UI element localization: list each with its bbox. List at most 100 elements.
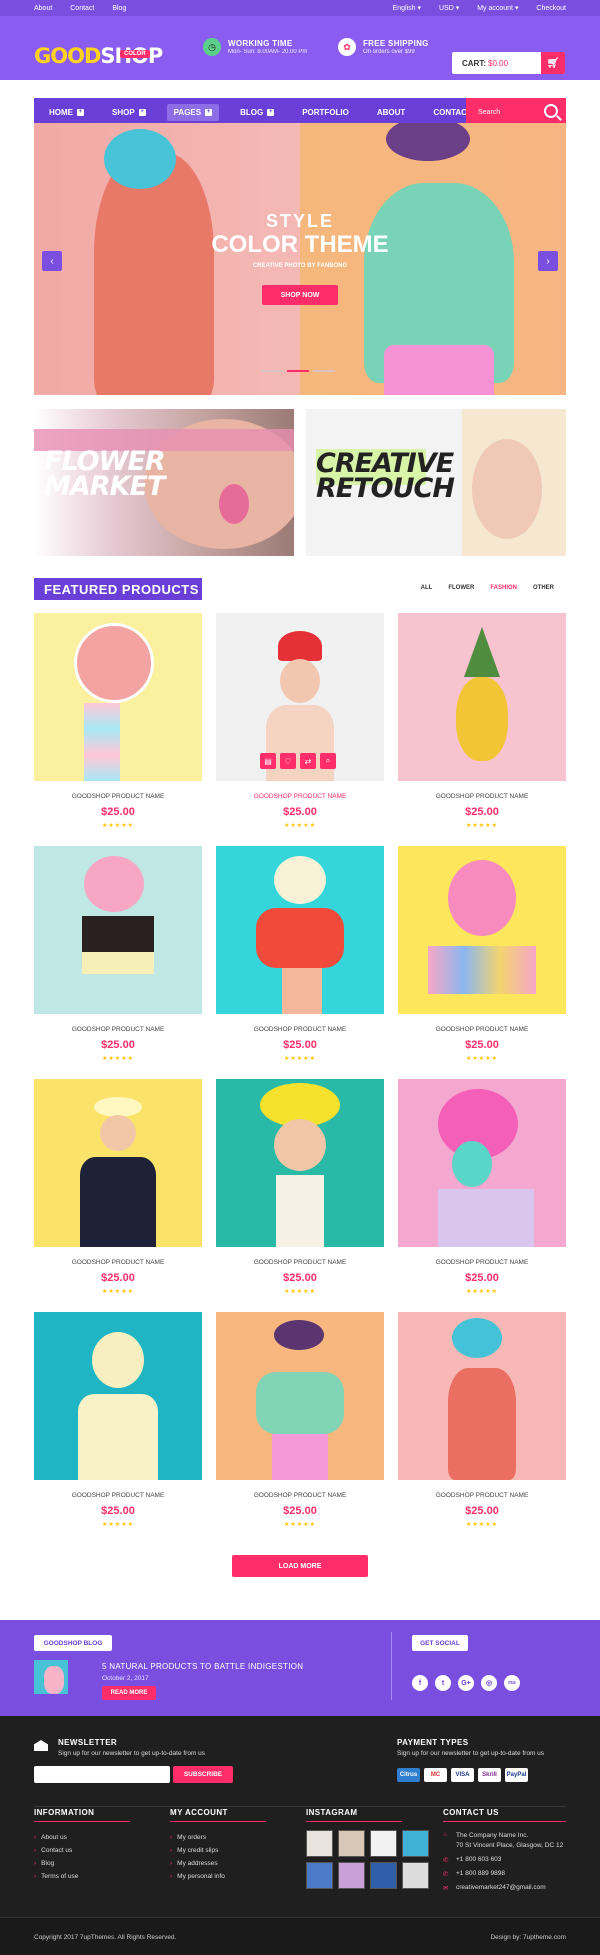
- product-image[interactable]: [398, 613, 566, 781]
- instagram-photo[interactable]: [338, 1830, 365, 1857]
- rss-icon[interactable]: rss: [504, 1675, 520, 1691]
- product-image[interactable]: [34, 846, 202, 1014]
- footer-link-terms[interactable]: Terms of use: [34, 1873, 78, 1880]
- search-input[interactable]: Search: [478, 109, 500, 116]
- product-image[interactable]: [216, 1312, 384, 1480]
- cart-icon[interactable]: 🛒︎: [541, 52, 565, 74]
- product-name[interactable]: GOODSHOP PRODUCT NAME: [34, 1259, 202, 1266]
- slider-next-arrow-icon[interactable]: ›: [538, 251, 558, 271]
- filter-other[interactable]: OTHER: [533, 585, 554, 591]
- product-card[interactable]: GOODSHOP PRODUCT NAME $25.00 ★★★★★: [216, 846, 384, 1076]
- filter-flower[interactable]: FLOWER: [448, 585, 474, 591]
- footer-link-about[interactable]: About us: [34, 1834, 67, 1841]
- footer-link-orders[interactable]: My orders: [170, 1834, 206, 1841]
- facebook-icon[interactable]: f: [412, 1675, 428, 1691]
- product-name[interactable]: GOODSHOP PRODUCT NAME: [216, 1492, 384, 1499]
- blog-thumbnail[interactable]: [34, 1660, 68, 1694]
- instagram-photo[interactable]: [306, 1830, 333, 1857]
- product-image[interactable]: [398, 1312, 566, 1480]
- twitter-icon[interactable]: t: [435, 1675, 451, 1691]
- currency-select[interactable]: USD ▾: [439, 5, 459, 12]
- footer-link-contact[interactable]: Contact us: [34, 1847, 72, 1854]
- product-name[interactable]: GOODSHOP PRODUCT NAME: [216, 793, 384, 800]
- product-name[interactable]: GOODSHOP PRODUCT NAME: [398, 793, 566, 800]
- filter-all[interactable]: ALL: [421, 585, 433, 591]
- product-name[interactable]: GOODSHOP PRODUCT NAME: [34, 1026, 202, 1033]
- product-image[interactable]: [216, 1079, 384, 1247]
- instagram-photo[interactable]: [402, 1830, 429, 1857]
- product-card[interactable]: GOODSHOP PRODUCT NAME $25.00 ★★★★★: [398, 846, 566, 1076]
- product-card[interactable]: GOODSHOP PRODUCT NAME $25.00 ★★★★★: [398, 613, 566, 843]
- slider-dot[interactable]: [313, 370, 335, 372]
- filter-fashion[interactable]: FASHION: [490, 585, 517, 591]
- product-card[interactable]: GOODSHOP PRODUCT NAME $25.00 ★★★★★: [398, 1079, 566, 1309]
- product-name[interactable]: GOODSHOP PRODUCT NAME: [216, 1259, 384, 1266]
- account-menu[interactable]: My account ▾: [477, 5, 518, 12]
- instagram-photo[interactable]: [370, 1862, 397, 1889]
- footer-link-blog[interactable]: Blog: [34, 1860, 54, 1867]
- product-image[interactable]: [34, 613, 202, 781]
- instagram-photo[interactable]: [338, 1862, 365, 1889]
- top-link-blog[interactable]: Blog: [112, 5, 126, 12]
- slider-dot-active[interactable]: [287, 370, 309, 372]
- nav-portfolio[interactable]: PORTFOLIO: [295, 104, 356, 121]
- nav-blog[interactable]: BLOG +: [233, 104, 281, 121]
- shop-now-button[interactable]: SHOP NOW: [262, 285, 338, 305]
- blog-post-title[interactable]: 5 NATURAL PRODUCTS TO BATTLE INDIGESTION: [102, 1662, 303, 1671]
- top-link-about[interactable]: About: [34, 5, 52, 12]
- product-card[interactable]: GOODSHOP PRODUCT NAME $25.00 ★★★★★: [34, 846, 202, 1076]
- nav-home[interactable]: HOME +: [42, 104, 91, 121]
- newsletter-email-input[interactable]: [34, 1766, 170, 1783]
- product-card[interactable]: GOODSHOP PRODUCT NAME $25.00 ★★★★★: [34, 1079, 202, 1309]
- contact-email[interactable]: creativemarket247@gmail.com: [456, 1884, 546, 1891]
- cart-button[interactable]: CART: $0.00 🛒︎: [452, 52, 565, 74]
- product-name[interactable]: GOODSHOP PRODUCT NAME: [34, 1492, 202, 1499]
- slider-dot[interactable]: [261, 370, 283, 372]
- product-card[interactable]: GOODSHOP PRODUCT NAME $25.00 ★★★★★: [34, 1312, 202, 1542]
- design-by-text[interactable]: Design by: 7uptheme.com: [490, 1934, 566, 1941]
- search-box[interactable]: Search: [466, 98, 566, 126]
- get-social-label[interactable]: GET SOCIAL: [412, 1635, 468, 1651]
- product-card[interactable]: GOODSHOP PRODUCT NAME $25.00 ★★★★★: [216, 1079, 384, 1309]
- nav-shop[interactable]: SHOP +: [105, 104, 153, 121]
- compare-icon[interactable]: ⇄: [300, 753, 316, 769]
- cart-icon[interactable]: ▤: [260, 753, 276, 769]
- read-more-button[interactable]: READ MORE: [102, 1686, 156, 1700]
- banner-flower-market[interactable]: FLOWER MARKET: [34, 409, 294, 556]
- product-card[interactable]: GOODSHOP PRODUCT NAME $25.00 ★★★★★: [216, 1312, 384, 1542]
- top-link-contact[interactable]: Contact: [70, 5, 94, 12]
- subscribe-button[interactable]: SUBSCRIBE: [173, 1766, 233, 1783]
- nav-about[interactable]: ABOUT: [370, 104, 412, 121]
- footer-link-credit-slips[interactable]: My credit slips: [170, 1847, 218, 1854]
- product-name[interactable]: GOODSHOP PRODUCT NAME: [398, 1492, 566, 1499]
- banner-creative-retouch[interactable]: CREATIVE RETOUCH: [306, 409, 566, 556]
- footer-link-addresses[interactable]: My addresses: [170, 1860, 217, 1867]
- checkout-link[interactable]: Checkout: [536, 5, 566, 12]
- blog-label[interactable]: GOODSHOP BLOG: [34, 1635, 112, 1651]
- search-icon[interactable]: [544, 104, 558, 118]
- nav-pages[interactable]: PAGES +: [166, 103, 220, 121]
- product-image[interactable]: ▤ ♡ ⇄ ⌕: [216, 613, 384, 781]
- product-name[interactable]: GOODSHOP PRODUCT NAME: [398, 1026, 566, 1033]
- product-image[interactable]: [216, 846, 384, 1014]
- instagram-photo[interactable]: [370, 1830, 397, 1857]
- instagram-photo[interactable]: [306, 1862, 333, 1889]
- product-name[interactable]: GOODSHOP PRODUCT NAME: [34, 793, 202, 800]
- google-plus-icon[interactable]: G+: [458, 1675, 474, 1691]
- instagram-photo[interactable]: [402, 1862, 429, 1889]
- product-card[interactable]: GOODSHOP PRODUCT NAME $25.00 ★★★★★: [34, 613, 202, 843]
- product-image[interactable]: [34, 1312, 202, 1480]
- zoom-icon[interactable]: ⌕: [320, 753, 336, 769]
- language-select[interactable]: English ▾: [393, 5, 421, 12]
- product-image[interactable]: [34, 1079, 202, 1247]
- product-image[interactable]: [398, 1079, 566, 1247]
- product-name[interactable]: GOODSHOP PRODUCT NAME: [216, 1026, 384, 1033]
- product-card-hovered[interactable]: ▤ ♡ ⇄ ⌕ GOODSHOP PRODUCT NAME $25.00 ★★★…: [216, 613, 384, 843]
- product-name[interactable]: GOODSHOP PRODUCT NAME: [398, 1259, 566, 1266]
- slider-prev-arrow-icon[interactable]: ‹: [42, 251, 62, 271]
- footer-link-personal-info[interactable]: My personal info: [170, 1873, 225, 1880]
- heart-icon[interactable]: ♡: [280, 753, 296, 769]
- instagram-icon[interactable]: ◎: [481, 1675, 497, 1691]
- product-image[interactable]: [398, 846, 566, 1014]
- load-more-button[interactable]: LOAD MORE: [232, 1555, 368, 1577]
